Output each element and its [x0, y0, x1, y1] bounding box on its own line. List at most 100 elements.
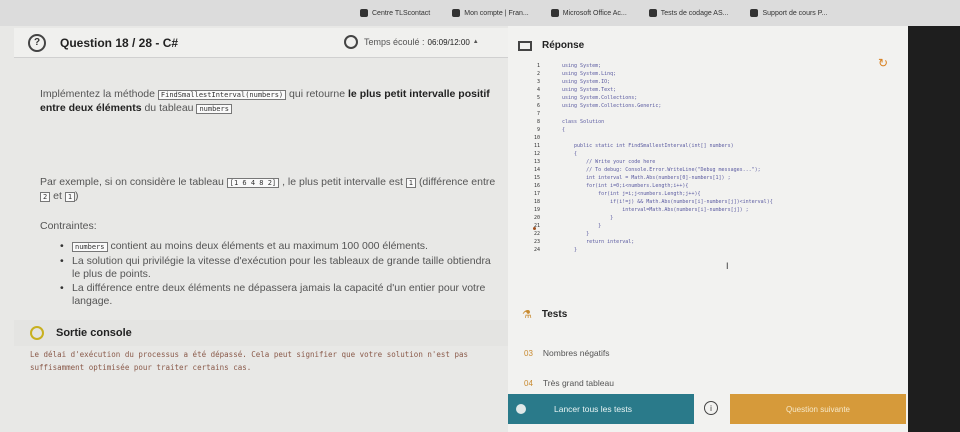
eye-icon	[30, 326, 44, 340]
constraint-item: numbers contient au moins deux éléments …	[60, 240, 500, 254]
statement-intro: Implémentez la méthode FindSmallestInter…	[40, 88, 500, 116]
test-label: Très grand tableau	[542, 378, 614, 388]
bookmark-icon	[452, 9, 461, 17]
console-output: Le délai d'exécution du processus a été …	[30, 350, 468, 372]
code-line[interactable]: 4 using System.Text;	[528, 86, 898, 94]
line-number: 2	[536, 71, 540, 77]
flask-icon: ⚗	[522, 309, 532, 321]
line-number: 14	[533, 167, 540, 173]
line-number: 8	[536, 119, 540, 125]
code-value: 1	[405, 178, 417, 188]
line-number: 13	[533, 159, 540, 165]
code-line[interactable]: 9{	[528, 126, 898, 134]
question-icon: ?	[28, 33, 46, 52]
test-number: 03	[524, 348, 533, 358]
line-number: 9	[536, 127, 540, 133]
code-line[interactable]: 10	[528, 134, 898, 142]
code-numbers: numbers	[196, 104, 232, 114]
code-text: }	[562, 223, 602, 229]
code-line[interactable]: 23 return interval;	[528, 238, 898, 246]
bookmark-compte[interactable]: Mon compte | Fran...	[452, 9, 529, 17]
code-text: }	[562, 247, 578, 253]
code-line[interactable]: 6 using System.Collections.Generic;	[528, 102, 898, 110]
info-icon[interactable]: i	[704, 401, 718, 415]
code-text: for(int j=i;j<numbers.Length;j++){	[562, 191, 701, 197]
play-icon	[516, 404, 526, 414]
code-value: 2	[40, 192, 51, 202]
run-all-tests-button[interactable]: Lancer tous les tests	[508, 394, 694, 424]
test-label: Nombres négatifs	[542, 348, 610, 358]
code-line[interactable]: 8 class Solution	[528, 118, 898, 126]
line-number: 4	[536, 87, 540, 93]
bookmark-label: Mon compte | Fran...	[464, 9, 529, 17]
line-number: 1	[536, 63, 540, 69]
code-line[interactable]: 21 }	[528, 222, 898, 230]
caret-up-icon[interactable]: ▲	[473, 39, 479, 45]
answer-panel: Réponse ↻ 1 using System; 2 using System.Li…	[508, 26, 908, 432]
test-item[interactable]: 03 Nombres négatifs	[524, 348, 610, 358]
line-number: 20	[533, 215, 540, 221]
next-question-button[interactable]: Question suivante	[730, 394, 906, 424]
code-line[interactable]: 1 using System;	[528, 62, 898, 70]
code-text: using System.Text;	[562, 87, 617, 93]
code-line[interactable]: 15 int interval = Math.Abs(numbers[0]-nu…	[528, 174, 898, 182]
code-value: 1	[64, 192, 76, 202]
line-number: 19	[533, 207, 540, 213]
constraints-list: numbers contient au moins deux éléments …	[60, 240, 500, 309]
bookmark-tests[interactable]: Tests de codage AS...	[648, 9, 728, 17]
question-panel: ? Question 18 / 28 - C# Temps écoulé : 0…	[0, 26, 508, 432]
constraints-label: Contraintes:	[40, 220, 97, 232]
code-line[interactable]: 2 using System.Linq;	[528, 70, 898, 78]
code-text: using System;	[562, 63, 602, 69]
code-line[interactable]: 20 }	[528, 214, 898, 222]
code-line[interactable]: 12 {	[528, 150, 898, 158]
office-icon	[550, 9, 559, 17]
code-method: FindSmallestInterval(numbers)	[157, 90, 287, 100]
code-line[interactable]: 16 for(int i=0;i<numbers.Length;i++){	[528, 182, 898, 190]
code-line[interactable]: 17 for(int j=i;j<numbers.Length;j++){	[528, 190, 898, 198]
bookmark-office[interactable]: Microsoft Office Ac...	[550, 9, 627, 17]
console-header[interactable]: Sortie console	[14, 320, 508, 346]
breakpoint-marker[interactable]	[533, 227, 536, 230]
line-number: 7	[536, 111, 540, 117]
response-header: Réponse	[512, 40, 584, 51]
code-line[interactable]: 14 // To debug: Console.Error.WriteLine(…	[528, 166, 898, 174]
timer[interactable]: Temps écoulé : 06:09/12:00 ▲	[344, 35, 479, 49]
code-text: // To debug: Console.Error.WriteLine("De…	[562, 167, 761, 173]
code-text: {	[562, 127, 566, 133]
code-text: int interval = Math.Abs(numbers[0]-numbe…	[562, 175, 731, 181]
code-text: if(i!=j) && Math.Abs(numbers[i]-numbers[…	[562, 199, 773, 205]
text: Par exemple, si on considère le tableau	[40, 176, 224, 188]
code-line[interactable]: 7	[528, 110, 898, 118]
timer-value: 06:09/12:00	[427, 37, 470, 47]
line-number: 10	[533, 135, 540, 141]
code-line[interactable]: 3 using System.IO;	[528, 78, 898, 86]
question-title: Question 18 / 28 - C#	[60, 35, 179, 50]
code-line[interactable]: 13 // Write your code here	[528, 158, 898, 166]
text: )	[75, 190, 79, 202]
bookmark-label: Support de cours P...	[762, 9, 828, 17]
code-line[interactable]: 22 }	[528, 230, 898, 238]
text: et	[53, 190, 62, 202]
code-text: {	[562, 151, 578, 157]
bookmarks-bar: Centre TLScontact Mon compte | Fran... M…	[0, 0, 960, 26]
tests-header: ⚗ Tests	[522, 308, 567, 321]
test-item[interactable]: 04 Très grand tableau	[524, 378, 614, 388]
text: qui retourne	[289, 88, 346, 100]
code-line[interactable]: 5 using System.Collections;	[528, 94, 898, 102]
bookmark-tlscontact[interactable]: Centre TLScontact	[360, 9, 430, 17]
code-text: // Write your code here	[562, 159, 656, 165]
code-line[interactable]: 11 public static int FindSmallestInterva…	[528, 142, 898, 150]
text-cursor-icon: I	[726, 261, 729, 271]
text: Implémentez la méthode	[40, 88, 155, 100]
code-editor[interactable]: 1 using System; 2 using System.Linq; 3 using …	[528, 62, 898, 294]
code-line[interactable]: 18 if(i!=j) && Math.Abs(numbers[i]-numbe…	[528, 198, 898, 206]
line-number: 15	[533, 175, 540, 181]
code-line[interactable]: 24 }	[528, 246, 898, 254]
timer-label: Temps écoulé :	[364, 37, 425, 47]
code-text: }	[562, 231, 590, 237]
bookmark-support[interactable]: Support de cours P...	[750, 9, 827, 17]
line-number: 18	[533, 199, 540, 205]
code-numbers: numbers	[72, 242, 108, 252]
code-line[interactable]: 19 interval=Math.Abs(numbers[i]-numbers[…	[528, 206, 898, 214]
